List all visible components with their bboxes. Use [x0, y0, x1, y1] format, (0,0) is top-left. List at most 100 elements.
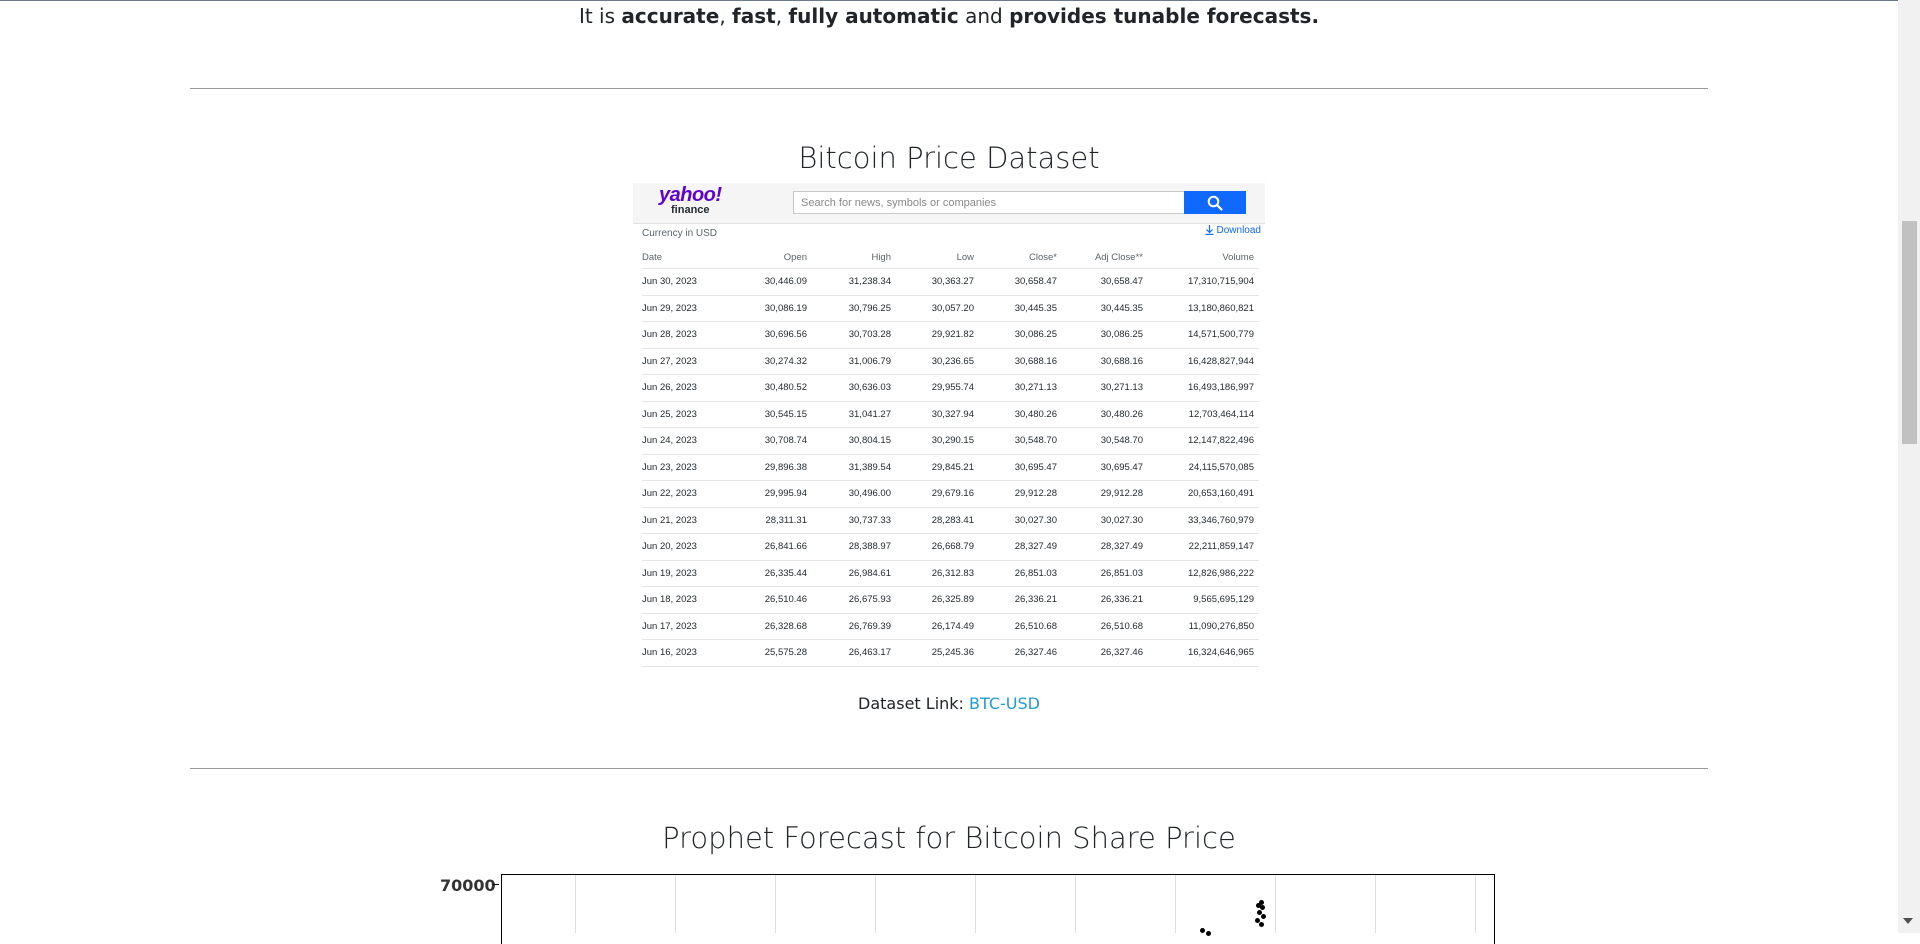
scrollbar-track[interactable] — [1898, 0, 1920, 933]
table-cell: 22,211,859,147 — [1148, 533, 1259, 561]
table-cell: 30,327.94 — [896, 401, 979, 428]
table-cell: 24,115,570,085 — [1148, 454, 1259, 481]
table-cell: 26,336.21 — [979, 586, 1062, 614]
scroll-down-arrow-icon[interactable] — [1903, 918, 1913, 924]
table-cell: 26,510.46 — [734, 586, 812, 614]
forecast-title: Prophet Forecast for Bitcoin Share Price — [662, 821, 1236, 855]
data-point — [1200, 928, 1205, 933]
intro-sentence: It is accurate, fast, fully automatic an… — [578, 4, 1320, 28]
yahoo-finance-screenshot: yahoo! finance Currency in USD Download … — [633, 183, 1265, 671]
column-header: Open — [734, 247, 812, 269]
grid-line — [1175, 875, 1176, 933]
table-cell: 31,006.79 — [812, 348, 896, 375]
table-cell: 30,496.00 — [812, 480, 896, 508]
table-cell: 17,310,715,904 — [1148, 268, 1259, 296]
y-tick-label: 70000 — [440, 876, 496, 895]
table-cell: 31,041.27 — [812, 401, 896, 428]
yahoo-finance-logo[interactable]: yahoo! finance — [659, 185, 722, 217]
table-cell: Jun 20, 2023 — [642, 533, 734, 561]
table-row: Jun 30, 2023 30,446.09 31,238.34 30,363.27 3… — [642, 268, 1259, 296]
table-cell: 30,057.20 — [896, 295, 979, 322]
table-cell: 26,335.44 — [734, 560, 812, 587]
yahoo-search-button[interactable] — [1184, 191, 1246, 214]
table-row: Jun 16, 2023 25,575.28 26,463.17 25,245.36 2… — [642, 639, 1259, 667]
table-cell: 30,290.15 — [896, 427, 979, 455]
table-cell: 26,510.68 — [1062, 613, 1148, 640]
table-cell: Jun 22, 2023 — [642, 480, 734, 508]
table-cell: 26,312.83 — [896, 560, 979, 587]
table-cell: 30,086.19 — [734, 295, 812, 322]
table-cell: 26,463.17 — [812, 639, 896, 667]
table-cell: 26,769.39 — [812, 613, 896, 640]
table-cell: 26,668.79 — [896, 533, 979, 561]
divider — [190, 88, 1708, 89]
table-cell: 16,324,646,965 — [1148, 639, 1259, 667]
grid-line — [1275, 875, 1276, 933]
table-cell: 26,336.21 — [1062, 586, 1148, 614]
table-row: Jun 27, 2023 30,274.32 31,006.79 30,236.65 3… — [642, 348, 1259, 375]
table-row: Jun 25, 2023 30,545.15 31,041.27 30,327.94 3… — [642, 401, 1259, 428]
table-cell: 33,346,760,979 — [1148, 507, 1259, 534]
table-cell: 9,565,695,129 — [1148, 586, 1259, 614]
table-cell: Jun 27, 2023 — [642, 348, 734, 375]
grid-line — [675, 875, 676, 933]
table-row: Jun 28, 2023 30,696.56 30,703.28 29,921.82 3… — [642, 321, 1259, 349]
table-row: Jun 20, 2023 26,841.66 28,388.97 26,668.79 2… — [642, 533, 1259, 561]
data-point — [1206, 931, 1211, 936]
table-cell: 29,995.94 — [734, 480, 812, 508]
table-row: Jun 23, 2023 29,896.38 31,389.54 29,845.21 3… — [642, 454, 1259, 481]
btc-usd-link[interactable]: BTC-USD — [969, 694, 1040, 713]
table-cell: 29,921.82 — [896, 321, 979, 349]
scrollbar-thumb[interactable] — [1902, 221, 1917, 444]
table-cell: Jun 25, 2023 — [642, 401, 734, 428]
download-icon — [1205, 225, 1214, 235]
table-row: Jun 21, 2023 28,311.31 30,737.33 28,283.41 3… — [642, 507, 1259, 534]
download-link[interactable]: Download — [1205, 225, 1261, 236]
yahoo-search-input[interactable] — [793, 191, 1184, 214]
table-row: Jun 24, 2023 30,708.74 30,804.15 30,290.15 3… — [642, 427, 1259, 455]
table-cell: 29,896.38 — [734, 454, 812, 481]
table-cell: 30,027.30 — [979, 507, 1062, 534]
table-cell: 30,548.70 — [1062, 427, 1148, 455]
table-cell: 14,571,500,779 — [1148, 321, 1259, 349]
table-cell: Jun 21, 2023 — [642, 507, 734, 534]
table-cell: 26,841.66 — [734, 533, 812, 561]
table-cell: 30,804.15 — [812, 427, 896, 455]
yahoo-header: yahoo! finance — [633, 183, 1265, 224]
table-cell: 25,245.36 — [896, 639, 979, 667]
table-cell: 26,328.68 — [734, 613, 812, 640]
table-cell: 30,695.47 — [979, 454, 1062, 481]
table-row: Jun 26, 2023 30,480.52 30,636.03 29,955.74 3… — [642, 374, 1259, 402]
table-row: Jun 18, 2023 26,510.46 26,675.93 26,325.89 2… — [642, 586, 1259, 614]
table-cell: 31,238.34 — [812, 268, 896, 296]
table-cell: 26,675.93 — [812, 586, 896, 614]
table-row: Jun 19, 2023 26,335.44 26,984.61 26,312.83 2… — [642, 560, 1259, 587]
grid-line — [775, 875, 776, 933]
table-cell: 26,984.61 — [812, 560, 896, 587]
table-cell: Jun 16, 2023 — [642, 639, 734, 667]
table-cell: 30,708.74 — [734, 427, 812, 455]
table-cell: Jun 29, 2023 — [642, 295, 734, 322]
price-table: Date Open High Low Close* Adj Close** Vo… — [642, 247, 1259, 667]
column-header: Low — [896, 247, 979, 269]
table-cell: 30,274.32 — [734, 348, 812, 375]
table-cell: 28,388.97 — [812, 533, 896, 561]
table-cell: 11,090,276,850 — [1148, 613, 1259, 640]
table-cell: 30,696.56 — [734, 321, 812, 349]
table-cell: 30,480.52 — [734, 374, 812, 402]
table-cell: 30,545.15 — [734, 401, 812, 428]
table-cell: Jun 24, 2023 — [642, 427, 734, 455]
top-border — [0, 0, 1920, 1]
table-cell: 30,548.70 — [979, 427, 1062, 455]
table-cell: 16,428,827,944 — [1148, 348, 1259, 375]
table-cell: 30,688.16 — [1062, 348, 1148, 375]
table-cell: 29,955.74 — [896, 374, 979, 402]
table-cell: Jun 18, 2023 — [642, 586, 734, 614]
table-cell: 30,480.26 — [1062, 401, 1148, 428]
table-cell: 31,389.54 — [812, 454, 896, 481]
table-cell: Jun 26, 2023 — [642, 374, 734, 402]
table-cell: 16,493,186,997 — [1148, 374, 1259, 402]
table-cell: 29,679.16 — [896, 480, 979, 508]
table-cell: 13,180,860,821 — [1148, 295, 1259, 322]
table-cell: 30,445.35 — [1062, 295, 1148, 322]
